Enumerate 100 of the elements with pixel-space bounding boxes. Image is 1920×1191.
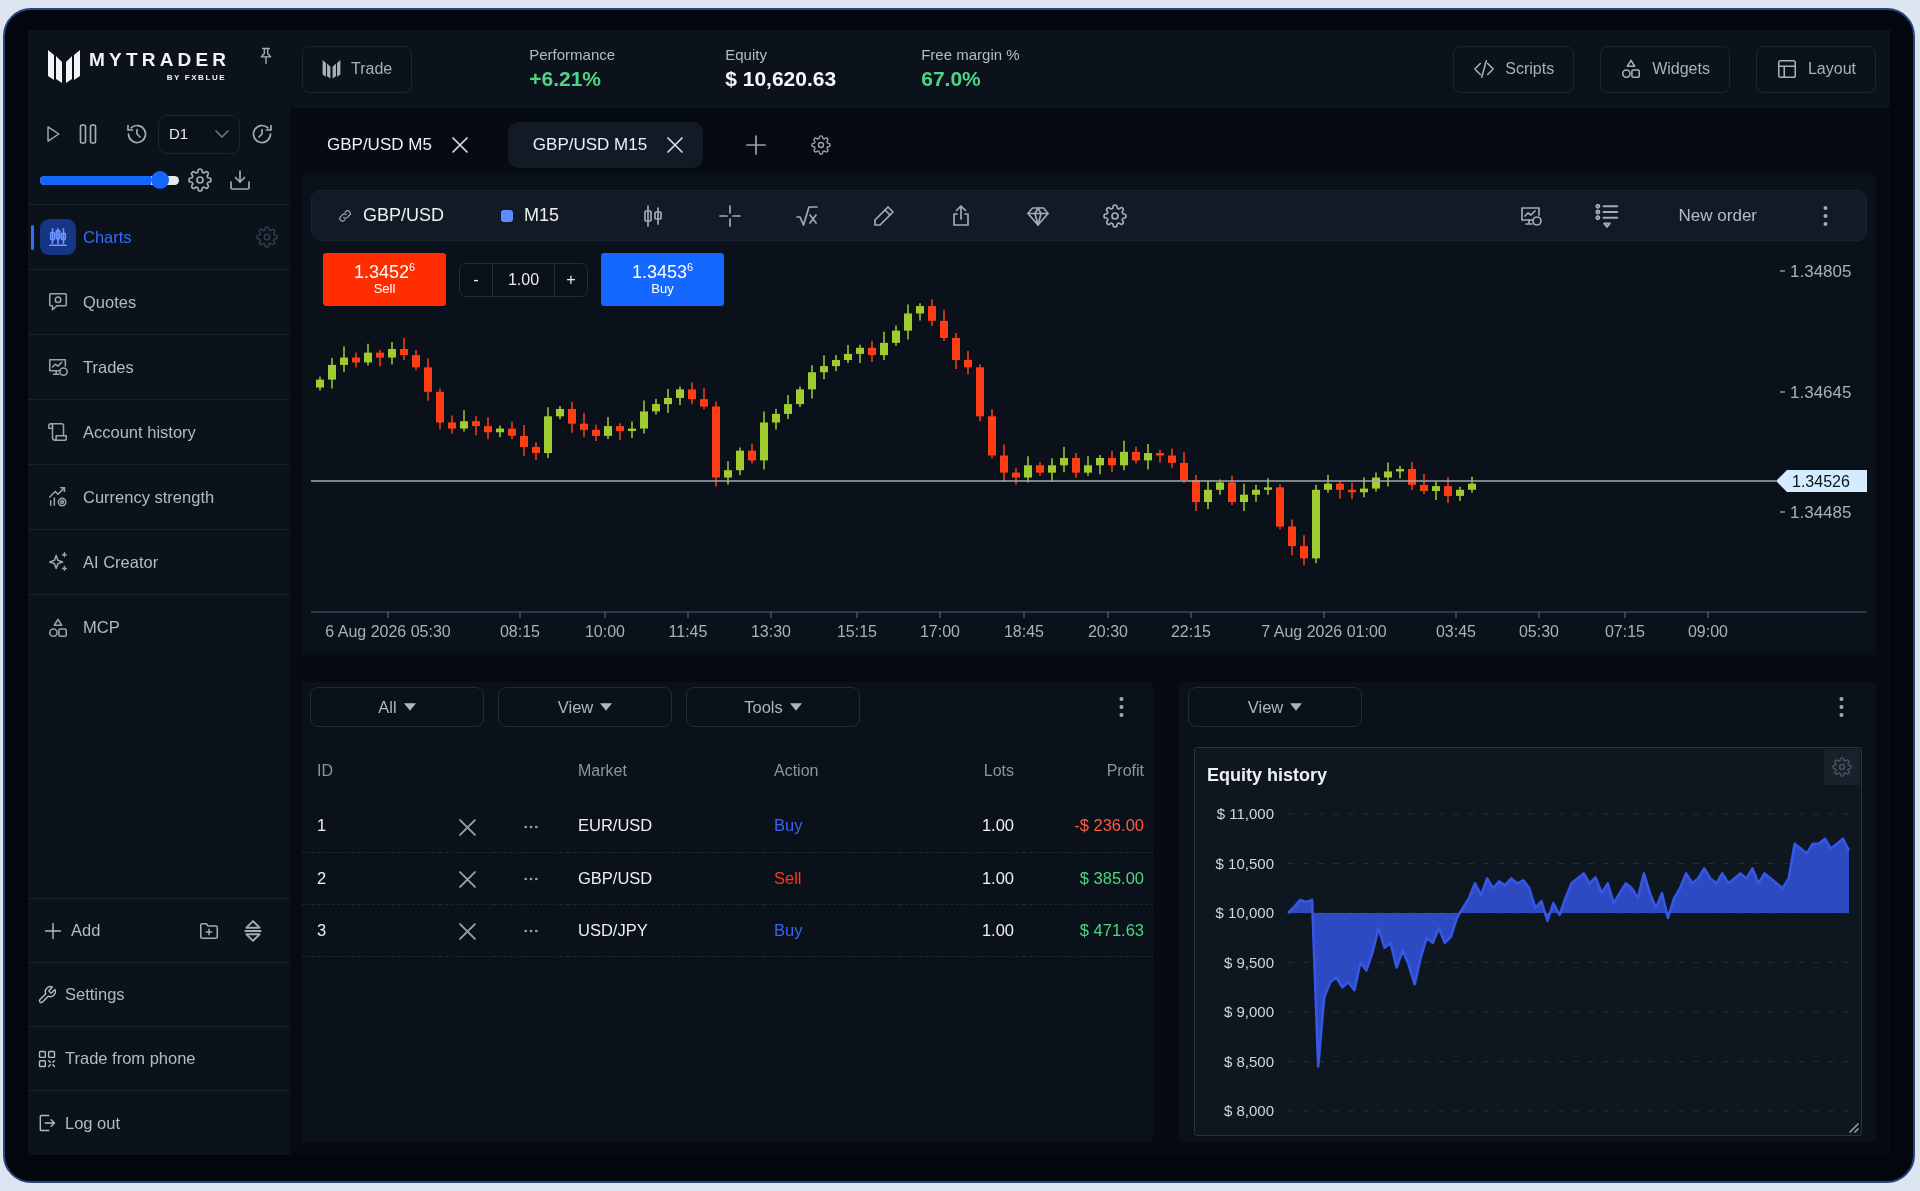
candles-icon[interactable] — [40, 219, 76, 255]
lot-size-field[interactable]: 1.00 — [492, 263, 555, 296]
time-label: 20:30 — [1088, 623, 1128, 640]
market-name: USD/JPY — [578, 920, 648, 939]
column-header: Action — [774, 762, 819, 779]
sidebar-link[interactable]: Trade from phone — [37, 1046, 196, 1071]
list-icon[interactable] — [1594, 203, 1619, 228]
time-label: 05:30 — [1519, 623, 1559, 640]
stat-value: 67.0% — [921, 66, 981, 92]
trade-action: Sell — [774, 868, 802, 887]
time-label: 22:15 — [1171, 623, 1211, 640]
more-icon[interactable] — [1119, 696, 1124, 718]
stat-value: +6.21% — [529, 66, 601, 92]
slider-thumb[interactable] — [151, 171, 170, 189]
axis-label: $ 9,000 — [1223, 1003, 1274, 1020]
buy-button[interactable]: 1.3453$^{6}$ Buy — [601, 253, 724, 306]
more-icon[interactable] — [1823, 204, 1828, 227]
pencil-icon[interactable] — [872, 203, 897, 228]
lot-size: 1.00 — [981, 868, 1014, 887]
axis-label: $ 8,000 — [1223, 1102, 1274, 1119]
stat-label: Equity — [725, 46, 767, 65]
add-button[interactable]: Add — [43, 918, 101, 943]
price-label: 1.34805 — [1790, 262, 1852, 281]
settings-icon[interactable] — [811, 135, 832, 155]
settings-icon[interactable] — [188, 168, 212, 192]
monitor-chart-icon[interactable] — [47, 356, 69, 378]
expand-collapse-icon[interactable] — [244, 919, 262, 942]
chart-arrow-icon[interactable] — [47, 486, 69, 508]
dropdown-button[interactable]: Tools — [686, 687, 860, 727]
scroll-icon[interactable] — [47, 421, 69, 443]
settings-icon[interactable] — [1103, 203, 1128, 228]
symbol-label[interactable]: GBP/USD — [363, 202, 445, 229]
decrease-button[interactable]: - — [460, 263, 492, 296]
crosshair-icon[interactable] — [718, 203, 743, 228]
sell-button[interactable]: 1.3452$^{6}$ Sell — [323, 253, 446, 306]
more-icon[interactable] — [524, 929, 538, 934]
column-header: Lots — [983, 762, 1014, 779]
link-icon[interactable] — [337, 207, 353, 224]
refresh-icon[interactable] — [250, 122, 274, 146]
chart-tab[interactable]: GBP/USD M15 — [507, 122, 704, 168]
layout-icon — [1775, 58, 1798, 80]
chart-tab[interactable]: GBP/USD M5 — [302, 122, 488, 168]
code-icon — [1473, 58, 1496, 80]
plus-icon[interactable] — [746, 135, 767, 155]
market-name: EUR/USD — [578, 816, 653, 835]
lot-stepper[interactable]: - 1.00 + — [459, 262, 588, 297]
dropdown-button[interactable]: All — [310, 687, 484, 727]
trade-button[interactable]: Trade — [302, 45, 413, 93]
speech-bubble-icon[interactable] — [47, 291, 69, 313]
axis-label: $ 10,500 — [1215, 854, 1274, 872]
wrench-icon — [37, 984, 57, 1005]
stat-value: $ 10,620.63 — [725, 66, 837, 92]
qr-code-icon — [37, 1048, 57, 1069]
column-header: Market — [578, 762, 627, 779]
function-icon[interactable] — [795, 203, 820, 228]
axis-label: $ 9,500 — [1223, 953, 1274, 971]
price-label: 1.34485 — [1790, 503, 1852, 522]
more-icon[interactable] — [1839, 696, 1844, 718]
card-title: Equity history — [1207, 764, 1327, 787]
download-icon[interactable] — [228, 168, 252, 192]
logo-tagline: BY FXBLUE — [166, 74, 227, 82]
caret-icon — [403, 703, 416, 711]
close-icon[interactable] — [458, 818, 476, 836]
close-icon[interactable] — [458, 870, 476, 888]
dropdown-button[interactable]: View — [1188, 687, 1362, 727]
time-label: 07:15 — [1605, 623, 1645, 640]
time-label: 17:00 — [920, 623, 960, 640]
axis-label: $ 8,500 — [1223, 1052, 1274, 1070]
shapes-icon[interactable] — [47, 616, 69, 639]
scripts-button[interactable]: Scripts — [1453, 45, 1575, 93]
market-name: GBP/USD — [578, 868, 653, 887]
layout-button[interactable]: Layout — [1755, 45, 1876, 93]
sparkles-icon[interactable] — [47, 551, 69, 573]
new-order-button[interactable]: New order — [1678, 202, 1757, 229]
timeframe-select[interactable]: D1 — [158, 114, 240, 154]
position-id: 1 — [317, 816, 327, 835]
trade-action: Buy — [774, 816, 803, 835]
time-label: 18:45 — [1004, 623, 1044, 640]
price-label: 1.34645 — [1790, 383, 1852, 402]
widgets-button[interactable]: Widgets — [1600, 45, 1730, 93]
close-icon[interactable] — [458, 922, 476, 940]
increase-button[interactable]: + — [555, 263, 587, 296]
dropdown-button[interactable]: View — [498, 687, 672, 727]
profit-value: -$ 236.00 — [1074, 816, 1144, 835]
time-label: 10:00 — [585, 623, 625, 640]
time-label: 08:15 — [500, 623, 540, 640]
sidebar-link[interactable]: Log out — [37, 1110, 121, 1136]
stat-label: Performance — [529, 46, 616, 65]
more-icon[interactable] — [524, 877, 538, 882]
position-id: 3 — [317, 920, 327, 939]
resize-grip-icon[interactable] — [1849, 1123, 1859, 1133]
sidebar-link[interactable]: Settings — [37, 982, 125, 1007]
logo-icon — [322, 59, 341, 79]
nav-item[interactable]: Charts — [28, 205, 290, 270]
timeframe-label[interactable]: M15 — [524, 202, 560, 229]
history-icon[interactable] — [125, 122, 149, 146]
more-icon[interactable] — [524, 825, 538, 829]
nav-item[interactable]: MCP — [28, 595, 290, 660]
time-label: 15:15 — [837, 623, 877, 640]
current-price-tag: 1.34526 — [1776, 470, 1867, 492]
